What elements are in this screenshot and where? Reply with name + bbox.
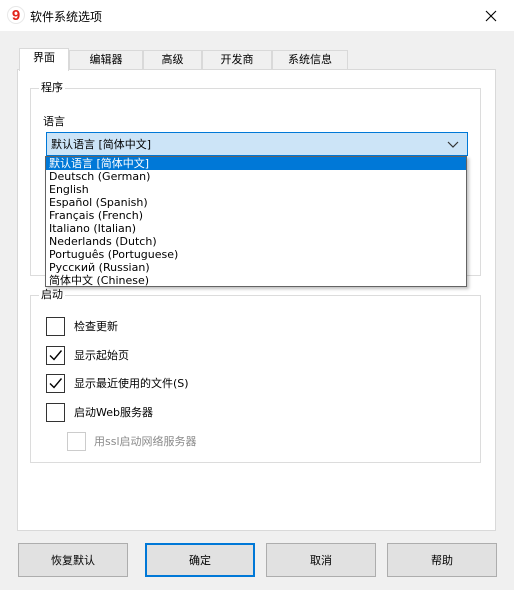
tab-advanced[interactable]: 高级 xyxy=(143,50,202,70)
tab-label: 编辑器 xyxy=(89,53,123,66)
show-recent-files-option[interactable]: 显示最近使用的文件(S) xyxy=(46,372,189,394)
startup-group-title: 启动 xyxy=(39,288,65,302)
show-recent-files-label: 显示最近使用的文件(S) xyxy=(74,377,189,390)
language-option[interactable]: Español (Spanish) xyxy=(46,196,466,209)
show-start-page-checkbox[interactable] xyxy=(46,345,65,365)
start-web-server-option[interactable]: 启动Web服务器 xyxy=(46,401,153,423)
language-option[interactable]: Português (Portuguese) xyxy=(46,248,466,261)
checkmark-icon xyxy=(49,349,63,361)
show-start-page-label: 显示起始页 xyxy=(74,349,129,362)
close-button[interactable] xyxy=(468,0,514,31)
restore-default-button[interactable]: 恢复默认 xyxy=(18,543,128,577)
tab-panel-interface: 程序 语言 默认语言 [简体中文] 启动 检查更新 显示起始页 显示最近使用的文… xyxy=(17,69,496,531)
chevron-down-icon xyxy=(447,141,459,148)
button-label: 帮助 xyxy=(431,554,453,567)
tab-label: 系统信息 xyxy=(288,53,332,66)
language-label: 语言 xyxy=(43,115,65,128)
program-group-title: 程序 xyxy=(39,81,65,95)
tab-interface[interactable]: 界面 xyxy=(19,48,69,71)
language-option[interactable]: 简体中文 (Chinese) xyxy=(46,274,466,287)
window-title: 软件系统选项 xyxy=(30,10,103,24)
start-web-server-label: 启动Web服务器 xyxy=(74,406,153,419)
app-logo-icon: 9 xyxy=(7,6,25,24)
language-option[interactable]: Русский (Russian) xyxy=(46,261,466,274)
tab-developer[interactable]: 开发商 xyxy=(202,50,272,70)
tab-label: 高级 xyxy=(161,53,184,66)
ssl-web-server-option: 用ssl启动网络服务器 xyxy=(67,430,197,452)
check-updates-label: 检查更新 xyxy=(74,320,118,333)
tab-label: 开发商 xyxy=(220,53,254,66)
tab-system-info[interactable]: 系统信息 xyxy=(272,50,348,70)
cancel-button[interactable]: 取消 xyxy=(266,543,376,577)
help-button[interactable]: 帮助 xyxy=(387,543,497,577)
tab-editor[interactable]: 编辑器 xyxy=(69,50,143,70)
language-option[interactable]: Nederlands (Dutch) xyxy=(46,235,466,248)
language-option[interactable]: 默认语言 [简体中文] xyxy=(46,157,466,170)
language-option[interactable]: English xyxy=(46,183,466,196)
svg-text:9: 9 xyxy=(12,7,20,24)
check-updates-option[interactable]: 检查更新 xyxy=(46,315,118,337)
ssl-web-server-label: 用ssl启动网络服务器 xyxy=(94,435,197,448)
ok-button[interactable]: 确定 xyxy=(145,543,255,577)
checkmark-icon xyxy=(49,377,63,389)
show-recent-files-checkbox[interactable] xyxy=(46,373,65,393)
button-label: 取消 xyxy=(310,554,332,567)
language-option[interactable]: Italiano (Italian) xyxy=(46,222,466,235)
ssl-web-server-checkbox xyxy=(67,431,86,451)
language-select-value: 默认语言 [简体中文] xyxy=(51,138,152,151)
language-dropdown-list: 默认语言 [简体中文] Deutsch (German) English Esp… xyxy=(45,156,467,287)
language-option[interactable]: Deutsch (German) xyxy=(46,170,466,183)
check-updates-checkbox[interactable] xyxy=(46,316,65,336)
language-option[interactable]: Français (French) xyxy=(46,209,466,222)
close-icon xyxy=(485,10,497,21)
show-start-page-option[interactable]: 显示起始页 xyxy=(46,344,129,366)
title-bar: 9 软件系统选项 xyxy=(0,0,514,31)
start-web-server-checkbox[interactable] xyxy=(46,402,65,422)
language-select[interactable]: 默认语言 [简体中文] xyxy=(46,132,468,156)
button-label: 恢复默认 xyxy=(51,554,95,567)
tab-label: 界面 xyxy=(33,51,55,64)
button-label: 确定 xyxy=(189,554,211,567)
